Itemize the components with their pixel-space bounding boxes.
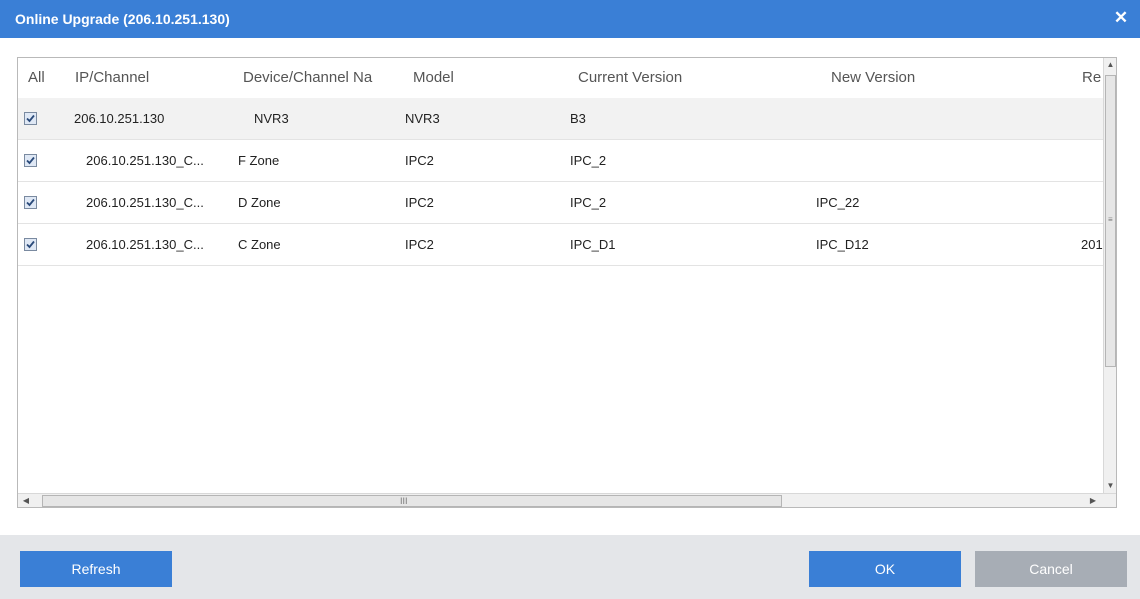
refresh-button[interactable]: Refresh (20, 551, 172, 587)
scroll-up-icon[interactable]: ▲ (1104, 58, 1116, 72)
ip-channel-cell: 206.10.251.130_C... (86, 195, 204, 210)
table-row[interactable]: 206.10.251.130 NVR3 NVR3 B3 (18, 98, 1103, 140)
horizontal-scrollbar[interactable]: ◀ III ▶ (18, 493, 1116, 507)
checkmark-icon (26, 114, 35, 123)
vertical-scrollbar[interactable]: ▲ ≡ ▼ (1103, 58, 1116, 493)
grip-icon: ≡ (1108, 215, 1113, 224)
model-cell: IPC2 (405, 195, 434, 210)
scroll-left-icon[interactable]: ◀ (18, 494, 34, 507)
grip-icon: III (400, 496, 408, 506)
table-row[interactable]: 206.10.251.130_C... D Zone IPC2 IPC_2 IP… (18, 182, 1103, 224)
row-checkbox[interactable] (24, 154, 37, 167)
new-version-cell: IPC_22 (816, 195, 860, 210)
table-header: All IP/Channel Device/Channel Na Model C… (18, 58, 1103, 98)
checkmark-icon (26, 198, 35, 207)
ip-channel-cell: 206.10.251.130_C... (86, 237, 204, 252)
vertical-scroll-thumb[interactable]: ≡ (1105, 75, 1116, 367)
window-title: Online Upgrade (206.10.251.130) (15, 11, 230, 27)
scroll-down-icon[interactable]: ▼ (1104, 479, 1116, 493)
model-cell: NVR3 (405, 111, 440, 126)
checkmark-icon (26, 240, 35, 249)
cancel-button[interactable]: Cancel (975, 551, 1127, 587)
current-version-cell: IPC_2 (570, 153, 607, 168)
table-row[interactable]: 206.10.251.130_C... F Zone IPC2 IPC_2 (18, 140, 1103, 182)
device-name-cell: D Zone (238, 195, 281, 210)
device-table: All IP/Channel Device/Channel Na Model C… (17, 57, 1117, 508)
model-cell: IPC2 (405, 153, 434, 168)
device-name-cell: NVR3 (254, 111, 289, 126)
device-name-cell: C Zone (238, 237, 281, 252)
checkmark-icon (26, 156, 35, 165)
title-bar: Online Upgrade (206.10.251.130) ✕ (0, 0, 1140, 38)
header-new-version[interactable]: New Version (831, 69, 915, 86)
current-version-cell: IPC_2 (570, 195, 607, 210)
current-version-cell: IPC_D1 (570, 237, 616, 252)
ip-channel-cell: 206.10.251.130_C... (86, 153, 204, 168)
header-model[interactable]: Model (413, 69, 454, 86)
header-release[interactable]: Re (1082, 69, 1103, 86)
header-device-channel-name[interactable]: Device/Channel Na (243, 69, 415, 86)
scroll-right-icon[interactable]: ▶ (1085, 494, 1101, 507)
ok-button[interactable]: OK (809, 551, 961, 587)
header-all[interactable]: All (28, 69, 45, 86)
row-checkbox[interactable] (24, 112, 37, 125)
table-row[interactable]: 206.10.251.130_C... C Zone IPC2 IPC_D1 I… (18, 224, 1103, 266)
device-name-cell: F Zone (238, 153, 280, 168)
release-cell: 201 (1081, 237, 1103, 252)
header-current-version[interactable]: Current Version (578, 69, 682, 86)
close-icon[interactable]: ✕ (1112, 8, 1130, 28)
model-cell: IPC2 (405, 237, 434, 252)
header-ip-channel[interactable]: IP/Channel (75, 69, 149, 86)
dialog-footer: Refresh OK Cancel (0, 535, 1140, 599)
ip-channel-cell: 206.10.251.130 (74, 111, 165, 126)
current-version-cell: B3 (570, 111, 586, 126)
new-version-cell: IPC_D12 (816, 237, 869, 252)
row-checkbox[interactable] (24, 196, 37, 209)
horizontal-scroll-thumb[interactable]: III (42, 495, 782, 507)
row-checkbox[interactable] (24, 238, 37, 251)
